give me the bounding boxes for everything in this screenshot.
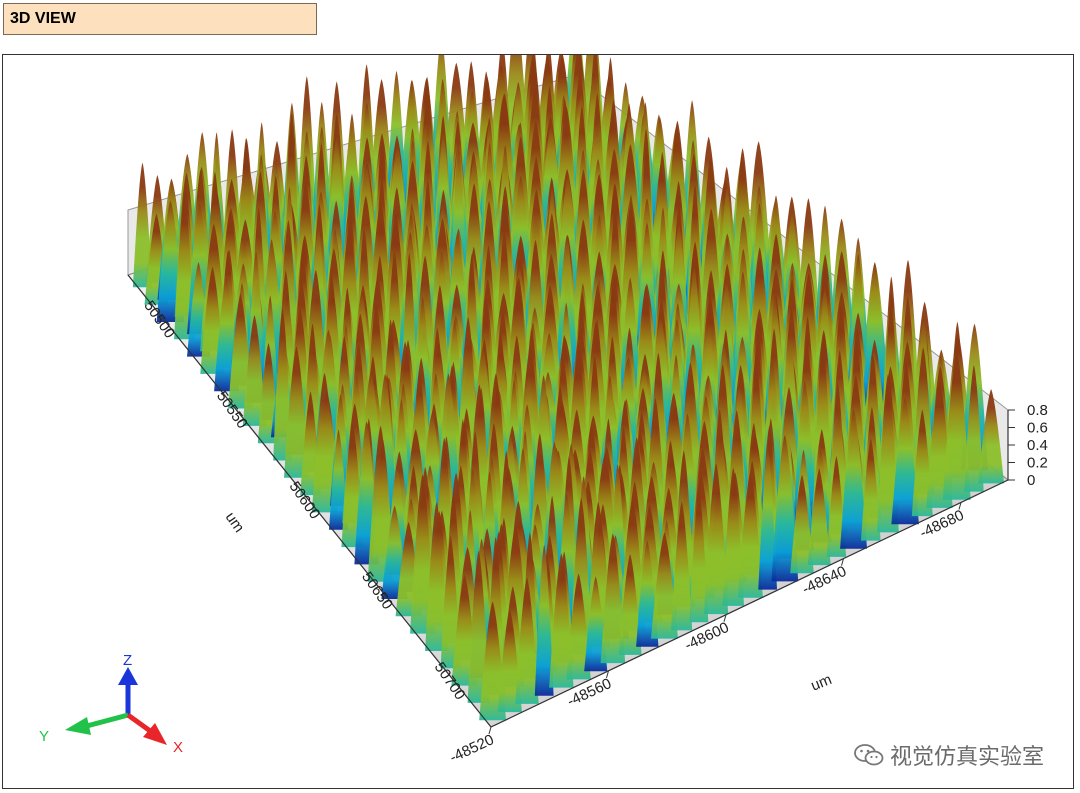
z-axis-letter: Z (123, 652, 132, 669)
z-tick-label: 0.6 (1027, 420, 1048, 437)
watermark-text: 视觉仿真实验室 (889, 745, 1044, 770)
view-title: 3D VIEW (3, 3, 317, 35)
y-axis-letter: Y (39, 728, 49, 745)
view-title-label: 3D VIEW (10, 10, 76, 27)
z-tick-label: 0 (1027, 472, 1035, 489)
y-axis-label: um (222, 509, 248, 536)
x-tick-label: -48520 (447, 731, 497, 766)
z-arrow-icon (118, 667, 138, 685)
page: 3D VIEW 50500 50550 50600 50650 50700 -48520… (0, 0, 1080, 793)
z-tick-label: 0.4 (1027, 437, 1048, 454)
x-axis-letter: X (173, 739, 183, 756)
z-tick-label: 0.8 (1027, 402, 1048, 419)
wechat-icon (854, 744, 884, 766)
y-arrow-shaft (82, 712, 129, 730)
y-arrow-icon (65, 717, 91, 735)
3d-viewport[interactable]: 50500 50550 50600 50650 50700 -48520 -48560 -4… (2, 54, 1074, 789)
surface-mesh (132, 55, 1004, 721)
surface-plot[interactable]: 5050050550506005065050700 -48520-48560-4… (3, 55, 1073, 788)
watermark: 视觉仿真实验室 (854, 739, 1044, 771)
z-tick-label: 0.2 (1027, 455, 1048, 472)
orientation-triad[interactable]: Z Y X (39, 652, 183, 756)
x-axis-label: um (808, 671, 834, 695)
z-axis-ticks: 00.20.40.60.8 (1008, 402, 1048, 489)
